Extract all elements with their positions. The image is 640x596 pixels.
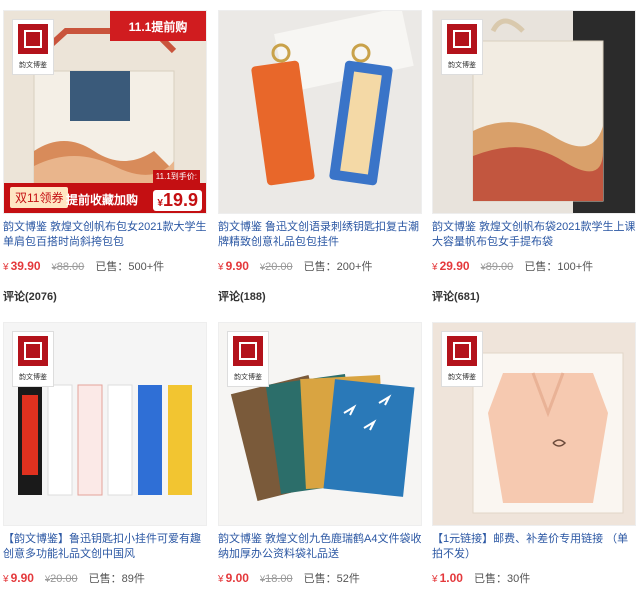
product-card[interactable]: 韵文博鉴 11.1提前购 11.1到手价: 双11领券 提前收藏加购 ¥19.9… — [3, 10, 207, 304]
product-image[interactable]: 韵文博鉴 — [432, 322, 636, 526]
product-card[interactable]: 韵文博鉴 韵文博鉴 敦煌文创九色鹿瑞鹤A4文件袋收纳加厚办公资料袋礼品送 ¥9.… — [218, 322, 422, 586]
original-price: ¥88.00 — [51, 261, 85, 273]
brand-logo: 韵文博鉴 — [227, 331, 269, 387]
product-card[interactable]: 韵文博鉴 鲁迅文创语录刺绣钥匙扣复古潮牌精致创意礼品包包挂件 ¥9.90 ¥20… — [218, 10, 422, 304]
product-title[interactable]: 韵文博鉴 敦煌文创九色鹿瑞鹤A4文件袋收纳加厚办公资料袋礼品送 — [218, 532, 422, 562]
sold-count: 已售：52件 — [303, 573, 360, 585]
price: ¥39.90 — [3, 259, 41, 273]
original-price: ¥20.00 — [44, 573, 78, 585]
product-image[interactable]: 韵文博鉴 — [432, 10, 636, 214]
product-title[interactable]: 韵文博鉴 敦煌文创帆布袋2021款学生上课大容量帆布包女手提布袋 — [432, 220, 636, 250]
price: ¥9.90 — [218, 259, 249, 273]
price-row: ¥9.00 ¥18.00 已售：52件 — [218, 570, 422, 586]
promo-price: ¥19.9 — [153, 190, 202, 211]
price: ¥29.90 — [432, 259, 470, 273]
brand-logo: 韵文博鉴 — [12, 19, 54, 75]
product-title[interactable]: 【1元链接】邮费、补差价专用链接 （单拍不发） — [432, 532, 636, 562]
sold-count: 已售：200+件 — [303, 261, 373, 273]
comment-count[interactable]: 评论(681) — [432, 288, 636, 304]
price: ¥9.00 — [218, 571, 249, 585]
sold-count: 已售：500+件 — [95, 261, 165, 273]
brand-logo: 韵文博鉴 — [441, 19, 483, 75]
brand-logo: 韵文博鉴 — [12, 331, 54, 387]
original-price: ¥89.00 — [480, 261, 514, 273]
promo-banner-top: 11.1提前购 — [110, 11, 206, 41]
product-card[interactable]: 韵文博鉴 【1元链接】邮费、补差价专用链接 （单拍不发） ¥1.00 已售：30… — [432, 322, 636, 586]
original-price: ¥18.00 — [259, 573, 293, 585]
product-image[interactable] — [218, 10, 422, 214]
price: ¥1.00 — [432, 571, 463, 585]
promo-note: 11.1到手价: — [152, 170, 200, 183]
product-image[interactable]: 韵文博鉴 — [218, 322, 422, 526]
price-row: ¥1.00 已售：30件 — [432, 570, 636, 586]
product-title[interactable]: 韵文博鉴 鲁迅文创语录刺绣钥匙扣复古潮牌精致创意礼品包包挂件 — [218, 220, 422, 250]
original-price: ¥20.00 — [259, 261, 293, 273]
product-image[interactable]: 韵文博鉴 — [3, 322, 207, 526]
product-title[interactable]: 【韵文博鉴】鲁迅钥匙扣小挂件可爱有趣创意多功能礼品文创中国风 — [3, 532, 207, 562]
price-row: ¥9.90 ¥20.00 已售：89件 — [3, 570, 207, 586]
comment-count[interactable]: 评论(188) — [218, 288, 422, 304]
keychain-illustration — [219, 11, 421, 213]
comment-count[interactable]: 评论(2076) — [3, 288, 207, 304]
product-title[interactable]: 韵文博鉴 敦煌文创帆布包女2021款大学生单肩包百搭时尚斜挎包包 — [3, 220, 207, 250]
product-image[interactable]: 韵文博鉴 11.1提前购 11.1到手价: 双11领券 提前收藏加购 ¥19.9 — [3, 10, 207, 214]
product-card[interactable]: 韵文博鉴 韵文博鉴 敦煌文创帆布袋2021款学生上课大容量帆布包女手提布袋 ¥2… — [432, 10, 636, 304]
price-row: ¥9.90 ¥20.00 已售：200+件 — [218, 258, 422, 274]
price-row: ¥39.90 ¥88.00 已售：500+件 — [3, 258, 207, 274]
price: ¥9.90 — [3, 571, 34, 585]
sold-count: 已售：100+件 — [524, 261, 594, 273]
brand-logo: 韵文博鉴 — [441, 331, 483, 387]
sold-count: 已售：30件 — [473, 573, 531, 585]
product-grid: 韵文博鉴 11.1提前购 11.1到手价: 双11领券 提前收藏加购 ¥19.9… — [0, 0, 640, 596]
price-row: ¥29.90 ¥89.00 已售：100+件 — [432, 258, 636, 274]
coupon-tag: 双11领券 — [10, 187, 69, 208]
promo-slogan: 提前收藏加购 — [66, 193, 139, 207]
sold-count: 已售：89件 — [88, 573, 145, 585]
product-card[interactable]: 韵文博鉴 【韵文博鉴】鲁迅钥匙扣小挂件可爱有趣创意多功能礼品文创中国风 ¥9.9… — [3, 322, 207, 586]
